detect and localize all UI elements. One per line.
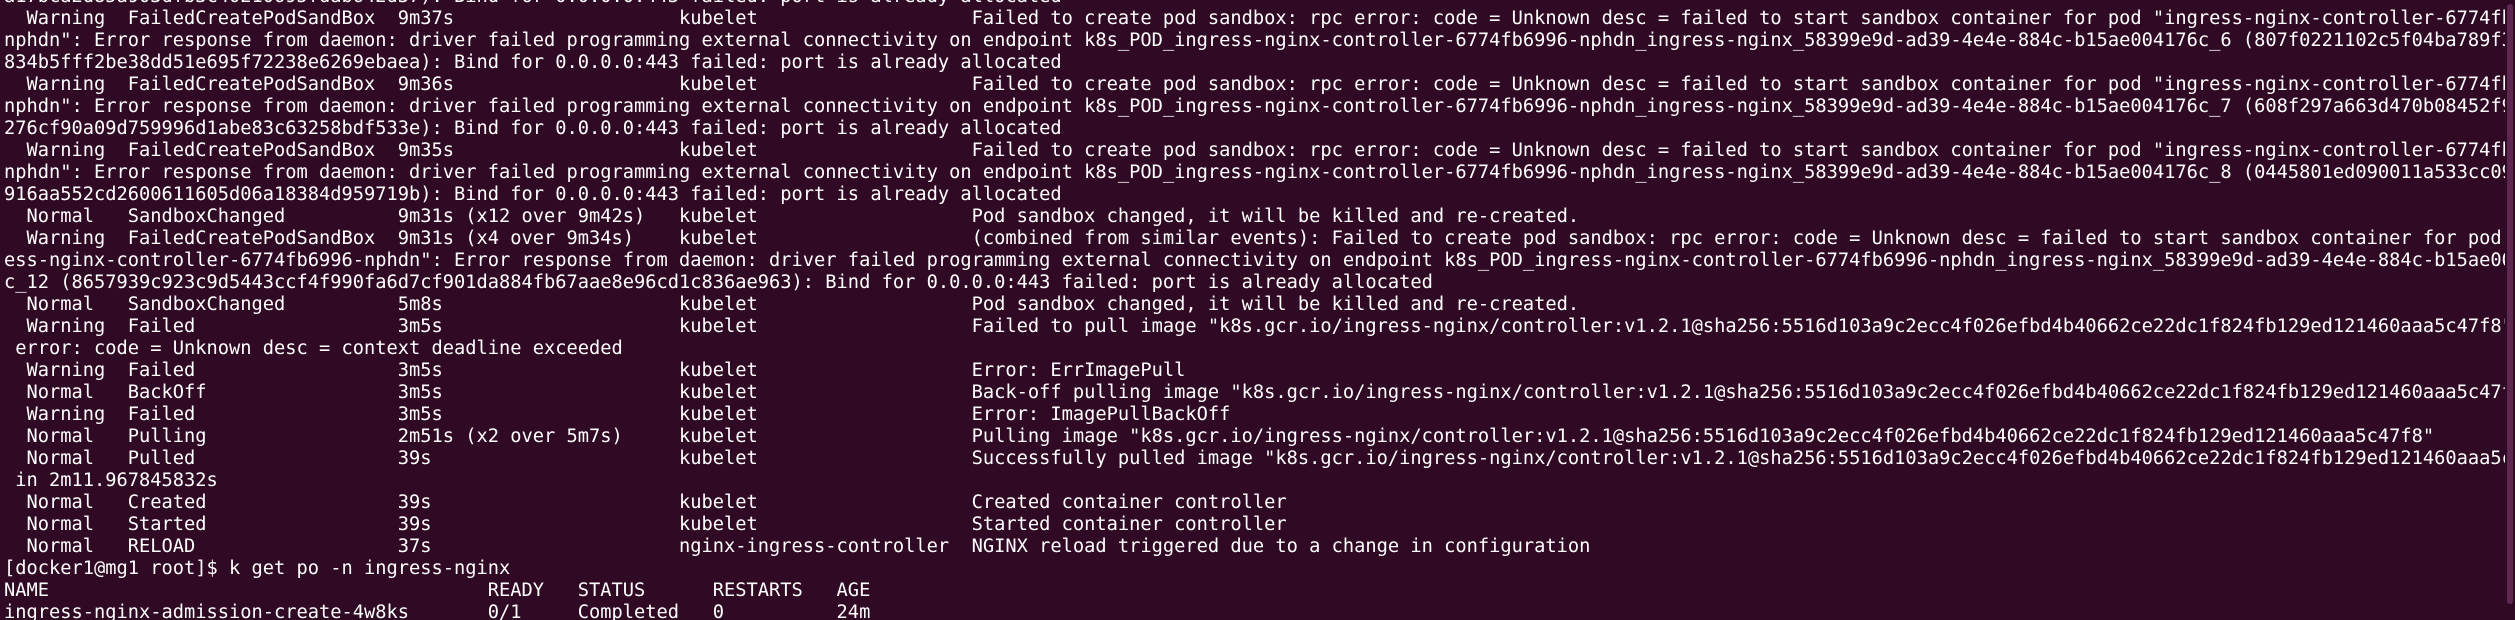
terminal-line: Warning FailedCreatePodSandBox 9m35s kub… <box>4 140 2510 161</box>
terminal-line: ingress-nginx-admission-create-4w8ks 0/1… <box>4 602 871 620</box>
terminal-line: Warning FailedCreatePodSandBox 9m36s kub… <box>4 74 2510 95</box>
terminal-line: nphdn": Error response from daemon: driv… <box>4 162 2509 183</box>
terminal-line: Normal Pulling 2m51s (x2 over 5m7s) kube… <box>4 426 2435 447</box>
terminal-line: Normal Started 39s kubelet Started conta… <box>4 514 1287 535</box>
terminal-line: Normal SandboxChanged 9m31s (x12 over 9m… <box>4 206 1580 227</box>
terminal-window[interactable]: a17bca2d85a903dfb3c40210695fdab642d37): … <box>0 0 2515 620</box>
terminal-line: nphdn": Error response from daemon: driv… <box>4 96 2509 117</box>
terminal-line: in 2m11.967845832s <box>4 470 218 491</box>
terminal-line: Normal RELOAD 37s nginx-ingress-controll… <box>4 536 1591 557</box>
terminal-line: a17bca2d85a903dfb3c40210695fdab642d37): … <box>4 0 2509 8</box>
scrollbar-thumb[interactable] <box>2507 4 2513 604</box>
terminal-line: 916aa552cd2600611605d06a18384d959719b): … <box>4 184 1062 205</box>
terminal-line: Warning FailedCreatePodSandBox 9m31s (x4… <box>4 228 2509 249</box>
terminal-line: Normal Created 39s kubelet Created conta… <box>4 492 1287 513</box>
terminal-line: NAME READY STATUS RESTARTS AGE <box>4 580 871 601</box>
terminal-line: c_12 (8657939c923c9d5443ccf4f990fa6d7cf9… <box>4 272 1433 293</box>
shell-prompt-line: [docker1@mg1 root]$ k get po -n ingress-… <box>4 558 511 579</box>
terminal-line: Warning Failed 3m5s kubelet Error: ErrIm… <box>4 360 1186 381</box>
terminal-line: Normal BackOff 3m5s kubelet Back-off pul… <box>4 382 2510 403</box>
terminal-line: Normal SandboxChanged 5m8s kubelet Pod s… <box>4 294 1580 315</box>
terminal-line: Warning Failed 3m5s kubelet Error: Image… <box>4 404 1231 425</box>
terminal-output[interactable]: a17bca2d85a903dfb3c40210695fdab642d37): … <box>4 0 2509 620</box>
terminal-line: Normal Pulled 39s kubelet Successfully p… <box>4 448 2510 469</box>
terminal-line: error: code = Unknown desc = context dea… <box>4 338 623 359</box>
terminal-line: 276cf90a09d759996d1abe83c63258bdf533e): … <box>4 118 1062 139</box>
terminal-line: 834b5fff2be38dd51e695f72238e6269ebaea): … <box>4 52 1062 73</box>
terminal-line: nphdn": Error response from daemon: driv… <box>4 30 2509 51</box>
scrollbar-track[interactable] <box>2505 0 2515 620</box>
terminal-line: Warning Failed 3m5s kubelet Failed to pu… <box>4 316 2510 337</box>
terminal-line: Warning FailedCreatePodSandBox 9m37s kub… <box>4 8 2510 29</box>
terminal-line: ess-nginx-controller-6774fb6996-nphdn": … <box>4 250 2509 271</box>
